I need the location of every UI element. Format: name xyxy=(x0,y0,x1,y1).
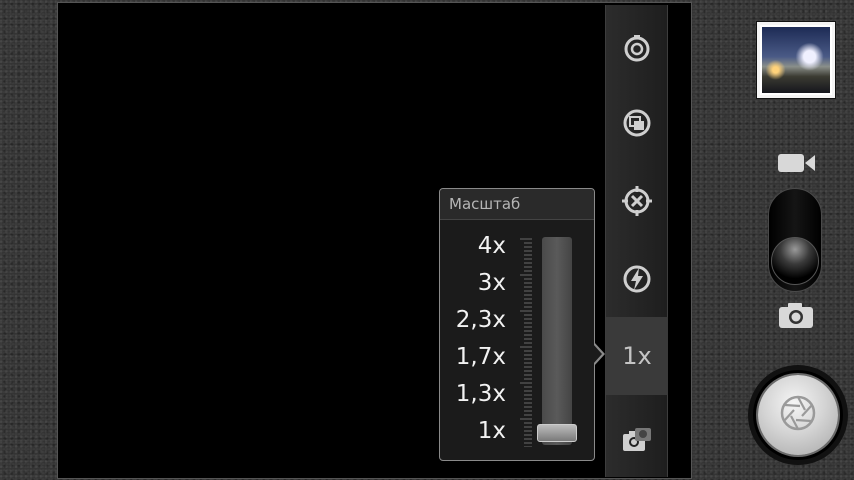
scene-mode-icon xyxy=(620,106,654,144)
zoom-popup-title: Масштаб xyxy=(449,195,521,213)
focus-mode-icon xyxy=(620,184,654,222)
zoom-popup-pointer-inner xyxy=(593,344,602,364)
scene-mode-button[interactable] xyxy=(606,95,668,155)
camera-viewfinder[interactable] xyxy=(57,2,692,479)
zoom-level-1-7x[interactable]: 1,7x xyxy=(436,344,506,370)
switch-camera-button[interactable] xyxy=(606,411,668,471)
switch-camera-icon xyxy=(620,422,654,460)
camera-mode-switch-knob[interactable] xyxy=(771,237,819,285)
last-photo-thumbnail[interactable] xyxy=(757,22,835,98)
camera-app: 1x Масштаб 4x 3x 2,3x 1,7x 1,3x 1x xyxy=(0,0,854,480)
video-camera-icon xyxy=(776,150,818,176)
flash-off-icon xyxy=(620,262,654,300)
zoom-slider-thumb[interactable] xyxy=(537,424,577,442)
zoom-level-2-3x[interactable]: 2,3x xyxy=(436,307,506,333)
camera-settings-icon xyxy=(620,31,654,69)
shutter-aperture-icon xyxy=(778,393,818,437)
thumbnail-image xyxy=(762,27,830,93)
zoom-popup: Масштаб 4x 3x 2,3x 1,7x 1,3x 1x xyxy=(439,188,595,461)
zoom-level-3x[interactable]: 3x xyxy=(436,270,506,296)
zoom-level-4x[interactable]: 4x xyxy=(436,233,506,259)
photo-camera-icon xyxy=(777,300,815,330)
flash-mode-button[interactable] xyxy=(606,251,668,311)
zoom-button[interactable]: 1x xyxy=(606,317,668,395)
zoom-level-1x[interactable]: 1x xyxy=(436,418,506,444)
zoom-level-1-3x[interactable]: 1,3x xyxy=(436,381,506,407)
zoom-slider-track[interactable] xyxy=(542,237,572,445)
zoom-level-label: 1x xyxy=(622,342,652,370)
camera-settings-button[interactable] xyxy=(606,20,668,80)
zoom-ruler xyxy=(520,238,532,447)
settings-strip: 1x xyxy=(605,5,668,477)
zoom-popup-header: Масштаб xyxy=(440,189,594,220)
focus-mode-button[interactable] xyxy=(606,173,668,233)
shutter-button[interactable] xyxy=(758,375,838,455)
